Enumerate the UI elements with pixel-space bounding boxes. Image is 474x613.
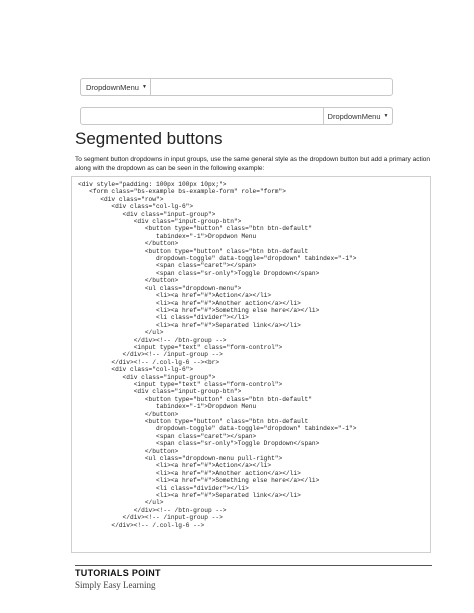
text-input-left[interactable] <box>151 79 392 95</box>
code-line: <div class="row"> <box>78 195 164 203</box>
code-line: <li><a href="#">Another action</a></li> <box>78 299 301 307</box>
input-group-left-dropdown: DropdownMenu ▼ <box>80 78 393 96</box>
code-line: </div><!-- /input-group --> <box>78 351 223 359</box>
code-line: </button> <box>78 277 179 285</box>
code-line: dropdown-toggle" data-toggle="dropdown" … <box>78 425 357 433</box>
code-line: <li class="divider"></li> <box>78 484 249 492</box>
code-line: dropdown-toggle" data-toggle="dropdown" … <box>78 255 357 263</box>
code-line: tabindex="-1">Dropdwon Menu <box>78 403 257 411</box>
code-line: <li><a href="#">Separated link</a></li> <box>78 321 301 329</box>
input-group-right-dropdown: DropdownMenu ▼ <box>80 107 393 125</box>
code-line: <div class="input-group"> <box>78 373 216 381</box>
caret-down-icon: ▼ <box>383 113 389 119</box>
code-line: <button type="button" class="btn btn-def… <box>78 247 309 255</box>
code-line: tabindex="-1">Dropdwon Menu <box>78 232 257 240</box>
code-line: </ul> <box>78 329 164 337</box>
code-line: <form class="bs-example bs-example-form"… <box>78 188 286 196</box>
code-line: <ul class="dropdown-menu pull-right"> <box>78 455 283 463</box>
code-text: <div style="padding: 100px 100px 10px;">… <box>78 181 424 529</box>
code-line: <li class="divider"></li> <box>78 314 249 322</box>
code-line: </div><!-- /btn-group --> <box>78 506 227 514</box>
code-line: </ul> <box>78 499 164 507</box>
code-line: </button> <box>78 240 179 248</box>
dropdown-menu-button-left[interactable]: DropdownMenu ▼ <box>80 78 151 96</box>
code-line: </div><!-- /.col-lg-6 --><br> <box>78 358 220 366</box>
code-line: <span class="caret"></span> <box>78 432 257 440</box>
code-line: <span class="caret"></span> <box>78 262 257 270</box>
footer-brand: TUTORIALS POINT <box>75 568 161 578</box>
code-block: <div style="padding: 100px 100px 10px;">… <box>71 176 431 553</box>
code-line: </div><!-- /input-group --> <box>78 514 223 522</box>
code-line: <div class="col-lg-6"> <box>78 366 194 374</box>
code-line: </div><!-- /btn-group --> <box>78 336 227 344</box>
caret-down-icon: ▼ <box>141 84 147 90</box>
footer-tagline: Simply Easy Learning <box>75 580 156 590</box>
code-line: </button> <box>78 410 179 418</box>
code-line: <div style="padding: 100px 100px 10px;"> <box>78 181 227 188</box>
code-line: <li><a href="#">Something else here</a><… <box>78 477 320 485</box>
code-line: <input type="text" class="form-control"> <box>78 343 283 351</box>
code-line: <button type="button" class="btn btn-def… <box>78 395 312 403</box>
dropdown-menu-label: DropdownMenu <box>86 82 139 92</box>
dropdown-menu-button-right[interactable]: DropdownMenu ▼ <box>323 107 393 125</box>
section-paragraph: To segment button dropdowns in input gro… <box>75 156 430 172</box>
code-line: <li><a href="#">Separated link</a></li> <box>78 492 301 500</box>
code-line: <div class="input-group"> <box>78 210 216 218</box>
dropdown-menu-label: DropdownMenu <box>327 111 381 121</box>
code-line: <div class="input-group-btn"> <box>78 388 242 396</box>
code-line: <div class="input-group-btn"> <box>78 218 242 226</box>
footer-divider <box>75 565 432 566</box>
text-input-right[interactable] <box>81 108 322 124</box>
code-line: <button type="button" class="btn btn-def… <box>78 418 309 425</box>
code-line: </div><!-- /.col-lg-6 --> <box>78 521 205 529</box>
section-heading: Segmented buttons <box>75 129 223 148</box>
code-line: <span class="sr-only">Toggle Dropdown</s… <box>78 269 320 277</box>
code-line: <span class="sr-only">Toggle Dropdown</s… <box>78 440 320 448</box>
code-line: <div class="col-lg-6"> <box>78 203 194 211</box>
code-line: <li><a href="#">Something else here</a><… <box>78 306 320 314</box>
code-line: <input type="text" class="form-control"> <box>78 380 283 388</box>
code-line: <li><a href="#">Action</a></li> <box>78 462 272 470</box>
code-line: </button> <box>78 447 179 455</box>
code-line: <li><a href="#">Another action</a></li> <box>78 469 301 477</box>
code-line: <ul class="dropdown-menu"> <box>78 284 242 292</box>
code-line: <li><a href="#">Action</a></li> <box>78 292 272 300</box>
code-line: <button type="button" class="btn btn-def… <box>78 225 312 233</box>
